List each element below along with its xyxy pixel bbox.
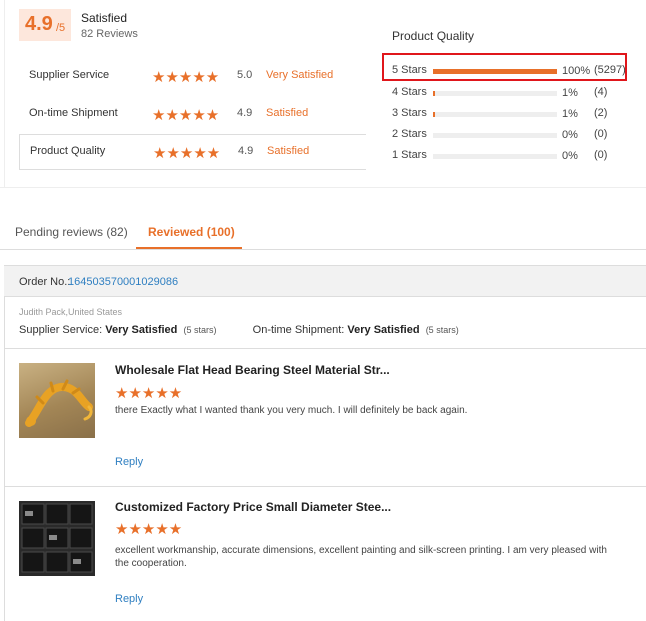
distribution-label: 1 Stars [392,149,427,161]
rating-score: 4.9 [237,107,253,119]
distribution-bar-fill [433,91,436,96]
supplier-service-stars: (5 stars) [183,325,217,335]
product-thumbnail[interactable] [19,501,95,576]
distribution-row-4-stars: 4 Stars 1% (4) [392,86,622,100]
tabs-divider [0,249,646,250]
distribution-bar-track [433,154,557,159]
star-icon: ★★★★★ [115,385,183,402]
distribution-percent: 0% [562,129,578,141]
star-icon: ★★★★★ [115,521,183,538]
rating-row-supplier-service: Supplier Service ★★★★★ 5.0 Very Satisfie… [19,59,366,95]
overall-verdict: Satisfied [81,11,128,25]
review-text: there Exactly what I wanted thank you ve… [115,405,468,416]
distribution-row-1-stars: 1 Stars 0% (0) [392,149,622,163]
reply-link[interactable]: Reply [115,593,143,605]
star-icon: ★★★★★ [153,145,221,162]
product-title-link[interactable]: Wholesale Flat Head Bearing Steel Materi… [115,363,390,377]
review-divider [4,348,646,349]
review-divider [4,486,646,487]
rating-label: Supplier Service [29,69,110,81]
distribution-label: 2 Stars [392,128,427,140]
distribution-count: (2) [594,107,608,119]
distribution-row-2-stars: 2 Stars 0% (0) [392,128,622,142]
overall-score-badge: 4.9 /5 [19,9,71,41]
supplier-service-label: Supplier Service: [19,324,103,336]
distribution-count: (4) [594,86,608,98]
order-number-link[interactable]: 164503570001029086 [68,276,178,288]
star-icon: ★★★★★ [152,107,220,124]
star-icon: ★★★★★ [152,69,220,86]
rating-label: On-time Shipment [29,107,118,119]
buyer-info: Judith Pack,United States [19,307,123,317]
distribution-bar-track [433,91,557,96]
distribution-count: (0) [594,128,608,140]
gecko-image [25,379,93,427]
product-thumbnail[interactable] [19,363,95,438]
distribution-row-3-stars: 3 Stars 1% (2) [392,107,622,121]
distribution-label: 3 Stars [392,107,427,119]
summary-left-border [4,0,5,188]
review-text: excellent workmanship, accurate dimensio… [115,545,607,569]
storage-bins-image [21,503,93,573]
order-header: Order No.: 164503570001029086 [4,265,646,297]
product-quality-title: Product Quality [392,29,475,43]
tab-reviewed[interactable]: Reviewed (100) [148,225,235,239]
distribution-bar-track [433,112,557,117]
highlight-box [382,53,627,81]
order-number-label: Order No.: [19,276,71,288]
shipment-stars: (5 stars) [425,325,459,335]
reply-link[interactable]: Reply [115,456,143,468]
rating-score: 5.0 [237,69,253,81]
rating-verdict: Satisfied [267,145,310,157]
overall-score: 4.9 [25,13,53,35]
reviews-count: 82 Reviews [81,28,138,40]
overall-score-max: /5 [56,22,66,34]
supplier-service-value: Very Satisfied [105,324,178,336]
shipment-label: On-time Shipment: [252,324,345,336]
summary-divider [0,187,646,188]
distribution-percent: 1% [562,87,578,99]
rating-verdict: Very Satisfied [266,69,334,81]
distribution-percent: 1% [562,108,578,120]
shipment-value: Very Satisfied [347,324,420,336]
tab-pending-reviews[interactable]: Pending reviews (82) [15,225,128,239]
rating-row-on-time-shipment: On-time Shipment ★★★★★ 4.9 Satisfied [19,97,366,133]
content-left-border [4,297,5,621]
distribution-count: (0) [594,149,608,161]
buyer-ratings: Supplier Service: Very Satisfied (5 star… [19,324,459,336]
product-title-link[interactable]: Customized Factory Price Small Diameter … [115,500,391,514]
rating-summary: 4.9 /5 Satisfied 82 Reviews Supplier Ser… [0,0,646,188]
rating-row-product-quality[interactable]: Product Quality ★★★★★ 4.9 Satisfied [19,134,366,170]
rating-score: 4.9 [238,145,254,157]
rating-verdict: Satisfied [266,107,309,119]
distribution-label: 4 Stars [392,86,427,98]
distribution-percent: 0% [562,150,578,162]
rating-label: Product Quality [30,145,106,157]
distribution-bar-fill [433,112,436,117]
distribution-bar-track [433,133,557,138]
